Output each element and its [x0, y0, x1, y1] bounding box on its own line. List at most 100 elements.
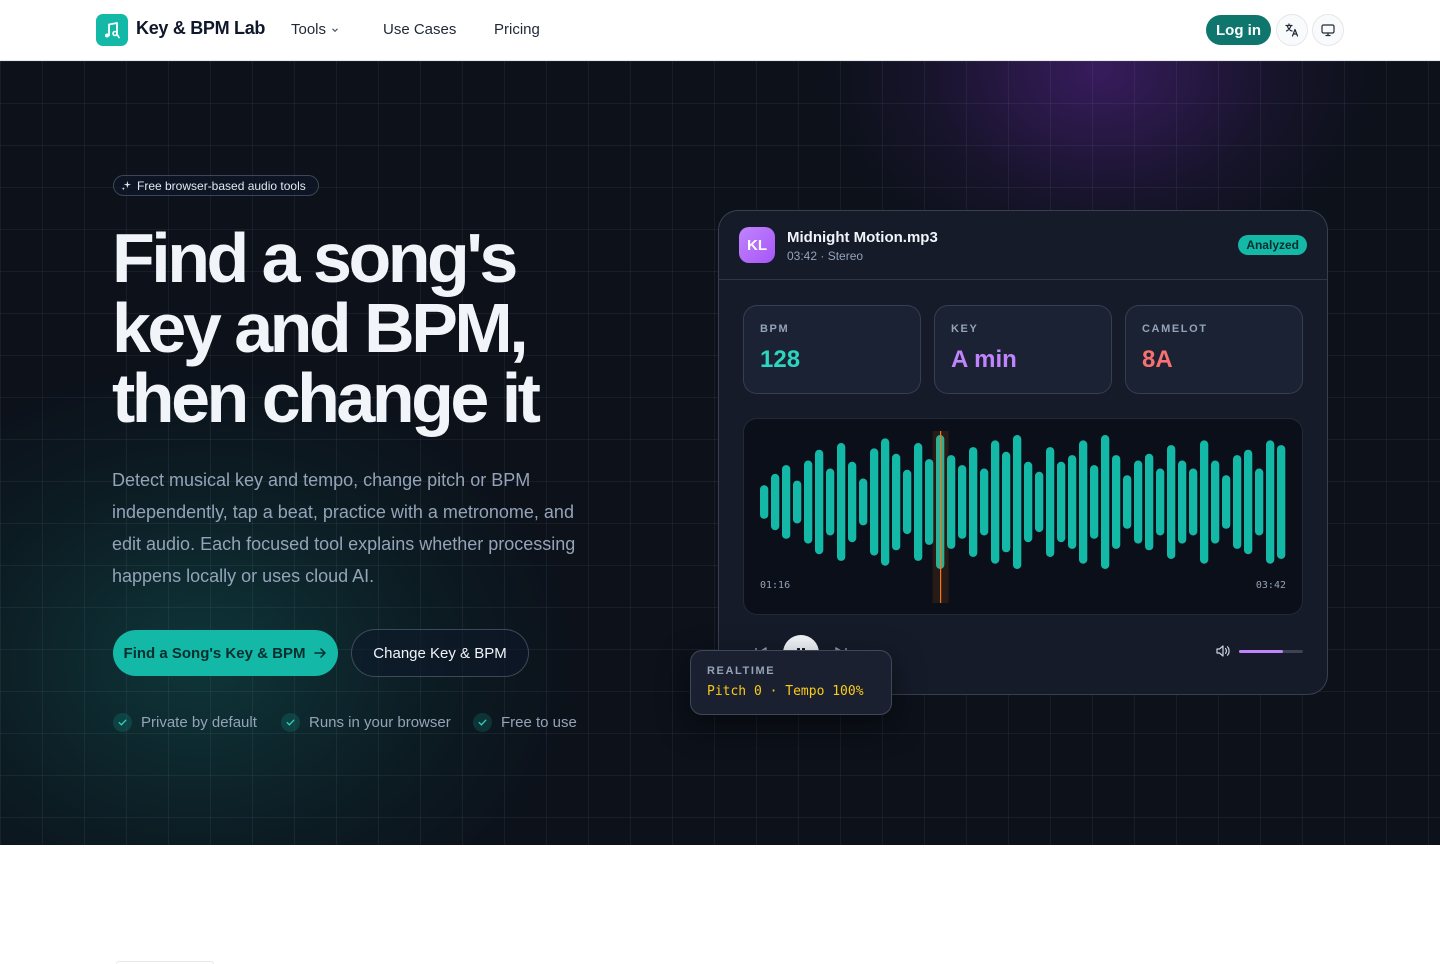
- camelot-stat: CAMELOT 8A: [1125, 305, 1303, 394]
- find-key-bpm-button[interactable]: Find a Song's Key & BPM: [113, 630, 338, 676]
- waveform-bar: [1200, 440, 1209, 564]
- nav-use-cases[interactable]: Use Cases: [383, 21, 456, 38]
- waveform-bar: [1112, 455, 1121, 549]
- hero-section: Free browser-based audio tools Find a so…: [0, 61, 1440, 845]
- stat-label: CAMELOT: [1142, 323, 1208, 335]
- current-time: 01:16: [760, 580, 791, 591]
- change-key-bpm-button[interactable]: Change Key & BPM: [351, 629, 529, 677]
- headline-line: key and BPM,: [112, 289, 529, 367]
- waveform-bar: [782, 465, 791, 539]
- hero-description: Detect musical key and tempo, change pit…: [112, 470, 576, 586]
- waveform-bar: [815, 449, 824, 555]
- brand-name[interactable]: Key & BPM Lab: [136, 18, 265, 39]
- nav-tools[interactable]: Tools: [291, 21, 340, 38]
- volume-icon[interactable]: [1215, 643, 1231, 659]
- status-badge: Analyzed: [1238, 235, 1307, 255]
- check-icon: [473, 713, 492, 732]
- waveform-bar: [1211, 460, 1220, 544]
- headline-line: Find a song's: [112, 219, 518, 297]
- stat-label: KEY: [951, 323, 979, 335]
- waveform-bar: [793, 480, 802, 524]
- check-icon: [113, 713, 132, 732]
- waveform-bar: [914, 443, 923, 561]
- waveform-bar: [1145, 453, 1154, 551]
- waveform-bar: [1057, 461, 1066, 543]
- waveform-bar: [760, 485, 769, 519]
- waveform-bar: [1178, 460, 1187, 544]
- waveform-bar: [903, 469, 912, 535]
- headline-line: then change it: [112, 359, 541, 437]
- nav-tools-label: Tools: [291, 21, 327, 38]
- waveform-bar: [1222, 475, 1231, 529]
- waveform-bar: [1013, 435, 1022, 569]
- waveform-bar: [848, 461, 857, 543]
- waveform-bar: [991, 440, 1000, 564]
- waveform-bar: [870, 448, 879, 556]
- stat-value: 8A: [1142, 346, 1173, 373]
- check-icon: [281, 713, 300, 732]
- chevron-down-icon: [332, 27, 338, 32]
- hero-headline: Find a song's key and BPM, then change i…: [112, 223, 672, 433]
- waveform-panel[interactable]: 01:16 03:42: [743, 418, 1303, 615]
- volume-slider[interactable]: [1239, 650, 1303, 653]
- feature-label: Private by default: [141, 714, 257, 731]
- waveform-bar: [1255, 468, 1264, 536]
- stat-value: 128: [760, 346, 801, 373]
- hero-badge-label: Free browser-based audio tools: [137, 178, 306, 193]
- bpm-stat: BPM 128: [743, 305, 921, 394]
- sparkles-icon: [121, 180, 132, 191]
- hero-badge: Free browser-based audio tools: [113, 175, 319, 196]
- waveform-bar: [1123, 475, 1132, 529]
- theme-button[interactable]: [1312, 14, 1344, 46]
- waveform-bar: [1046, 447, 1055, 557]
- waveform-bar: [1167, 445, 1176, 559]
- waveform-bar: [1090, 465, 1099, 539]
- waveform-bar: [826, 468, 835, 536]
- login-button[interactable]: Log in: [1206, 15, 1271, 45]
- waveform-bar: [771, 473, 780, 531]
- waveform-bar: [958, 465, 967, 539]
- arrow-right-icon: [314, 648, 327, 658]
- feature-item: Private by default: [113, 713, 257, 732]
- feature-label: Free to use: [501, 714, 577, 731]
- monitor-icon: [1321, 24, 1335, 37]
- player-header: KL Midnight Motion.mp3 03:42 · Stereo An…: [719, 211, 1327, 280]
- track-file-name: Midnight Motion.mp3: [787, 229, 938, 246]
- waveform-bar: [925, 459, 934, 545]
- waveform[interactable]: [744, 419, 1303, 615]
- waveform-bar: [1002, 451, 1011, 553]
- key-stat: KEY A min: [934, 305, 1112, 394]
- volume-slider-fill: [1239, 650, 1283, 653]
- waveform-bar: [1024, 461, 1033, 543]
- waveform-bar: [1101, 435, 1110, 569]
- music-note-icon[interactable]: [96, 14, 128, 46]
- track-avatar: KL: [739, 227, 775, 263]
- waveform-bar: [859, 478, 868, 526]
- nav-pricing[interactable]: Pricing: [494, 21, 540, 38]
- stat-label: BPM: [760, 323, 790, 335]
- realtime-panel: REALTIME Pitch 0 · Tempo 100%: [690, 650, 892, 715]
- waveform-bar: [1068, 455, 1077, 549]
- waveform-bar: [1233, 455, 1242, 549]
- waveform-bar: [1134, 460, 1143, 544]
- site-header: Key & BPM Lab Tools Use Cases Pricing Lo…: [0, 0, 1440, 61]
- realtime-value: Pitch 0 · Tempo 100%: [707, 684, 864, 699]
- stat-value: A min: [951, 346, 1017, 373]
- waveform-bar: [1244, 449, 1253, 555]
- total-time: 03:42: [1255, 580, 1286, 591]
- feature-item: Free to use: [473, 713, 577, 732]
- waveform-bar: [837, 443, 846, 561]
- find-key-bpm-label: Find a Song's Key & BPM: [123, 644, 306, 662]
- waveform-bar: [804, 460, 813, 544]
- player-card: KL Midnight Motion.mp3 03:42 · Stereo An…: [718, 210, 1328, 695]
- waveform-bar: [1035, 471, 1044, 533]
- language-button[interactable]: [1276, 14, 1308, 46]
- waveform-bar: [1079, 440, 1088, 564]
- realtime-label: REALTIME: [707, 665, 776, 677]
- waveform-bar: [881, 438, 890, 566]
- waveform-bar: [1156, 468, 1165, 536]
- waveform-bar: [1266, 440, 1275, 564]
- track-meta: 03:42 · Stereo: [787, 249, 864, 263]
- feature-label: Runs in your browser: [309, 714, 451, 731]
- waveform-bar: [1277, 445, 1286, 559]
